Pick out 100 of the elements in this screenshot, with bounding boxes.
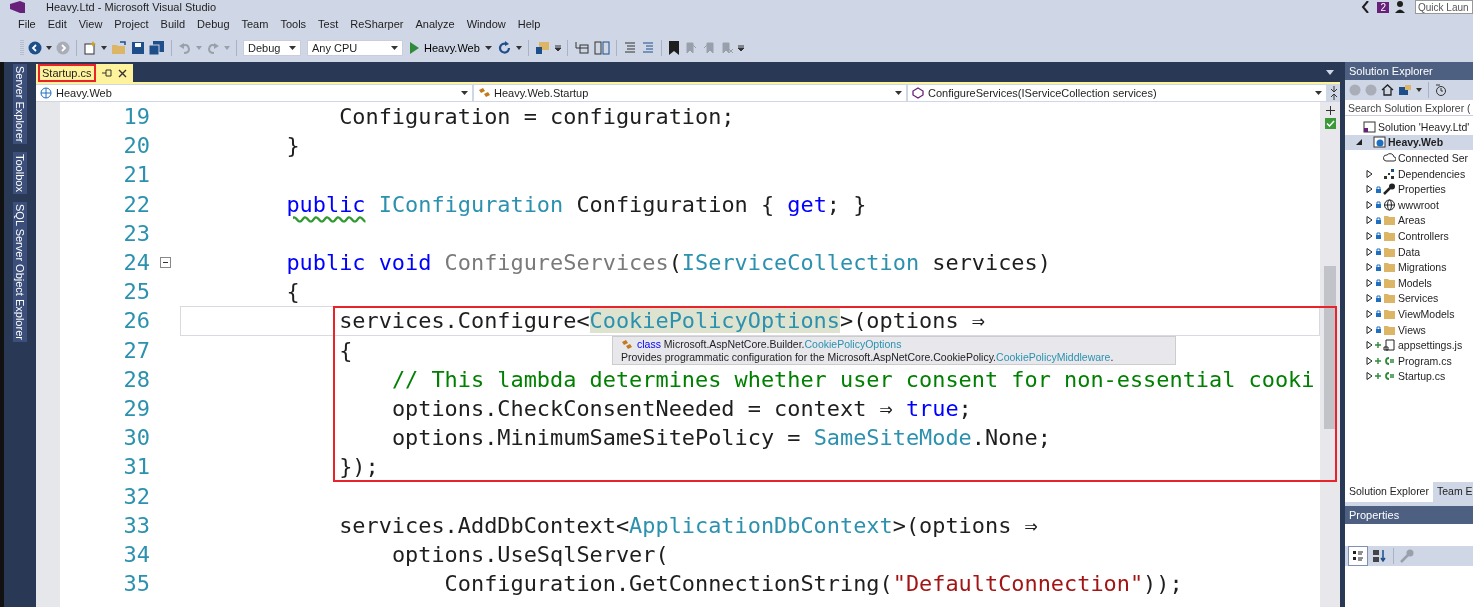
member-dropdown[interactable]: ConfigureServices(IServiceCollection services)	[908, 85, 1326, 101]
menu-item[interactable]: Team	[235, 18, 275, 30]
quick-launch-field[interactable]: Quick Laun	[1415, 0, 1473, 14]
caret-icon[interactable]	[1416, 88, 1422, 92]
side-tab[interactable]: SQL Server Object Explorer	[13, 202, 27, 343]
folder-icon	[1383, 214, 1396, 227]
line-number: 19	[122, 104, 150, 130]
folder-icon	[1383, 261, 1396, 274]
add-icon[interactable]	[1325, 106, 1335, 115]
bookmark-icon[interactable]	[667, 41, 680, 55]
new-project-icon[interactable]	[83, 41, 97, 55]
tree-item[interactable]: Data	[1345, 243, 1473, 260]
menu-item[interactable]: ReSharper	[344, 18, 410, 30]
start-button[interactable]: Heavy.Web	[407, 42, 494, 54]
project-dropdown[interactable]: Heavy.Web	[36, 85, 472, 101]
menu-item[interactable]: File	[12, 18, 42, 30]
tree-item[interactable]: appsettings.js	[1345, 337, 1473, 353]
comment-icon[interactable]	[622, 41, 637, 55]
tree-item[interactable]: Heavy.Web	[1345, 134, 1473, 151]
menu-item[interactable]: Help	[511, 18, 547, 30]
panel-tab[interactable]: Solution Explorer	[1345, 482, 1433, 502]
menu-item[interactable]: Tools	[274, 18, 313, 30]
home-icon[interactable]	[1381, 84, 1394, 96]
caret-icon	[484, 46, 492, 50]
tab-list-icon[interactable]	[1326, 69, 1334, 75]
scrollbar-thumb[interactable]	[1324, 266, 1336, 429]
menu-item[interactable]: Analyze	[409, 18, 461, 30]
panel-tab[interactable]: Team E	[1432, 482, 1473, 502]
menu-item[interactable]: Project	[108, 18, 155, 30]
side-tab[interactable]: Toolbox	[13, 152, 27, 195]
file-icon	[1383, 339, 1396, 352]
close-icon[interactable]	[117, 68, 127, 78]
expanded-icon[interactable]	[1355, 138, 1363, 147]
columns-icon[interactable]	[593, 41, 610, 55]
line-number: 31	[122, 454, 150, 480]
folder-icon	[1383, 307, 1396, 320]
tree-item[interactable]: Dependencies	[1345, 165, 1473, 182]
class-icon	[478, 87, 490, 99]
tree-item[interactable]: Program.cs	[1345, 352, 1473, 369]
back-icon[interactable]	[28, 41, 42, 55]
code-line: public IConfiguration Configuration { get; }	[285, 191, 867, 217]
play-icon	[409, 42, 419, 54]
platform-dropdown[interactable]: Any CPU	[307, 40, 403, 56]
tree-item[interactable]: Controllers	[1345, 228, 1473, 244]
caret-icon	[895, 91, 902, 95]
side-tab[interactable]: Server Explorer	[13, 64, 27, 145]
alphabetical-icon[interactable]	[1370, 547, 1388, 565]
menu-item[interactable]: View	[72, 18, 109, 30]
tree-item[interactable]: wwwroot	[1345, 196, 1473, 213]
caret-icon[interactable]	[101, 46, 107, 50]
editor-tab[interactable]: Startup.cs	[36, 64, 133, 82]
categorized-icon[interactable]	[1349, 547, 1367, 565]
history-icon[interactable]	[1435, 84, 1447, 96]
tree-item[interactable]: Services	[1345, 290, 1473, 307]
lock-icon	[1375, 185, 1381, 193]
caret-icon[interactable]	[46, 46, 52, 50]
code-line: {	[285, 279, 300, 305]
save-icon[interactable]	[131, 41, 145, 55]
overflow-icon[interactable]	[737, 44, 744, 52]
split-icon[interactable]	[1328, 86, 1340, 100]
pin-icon[interactable]	[101, 69, 112, 77]
tree-item[interactable]: Solution 'Heavy.Ltd'	[1345, 119, 1473, 135]
tree-item[interactable]: Migrations	[1345, 259, 1473, 275]
line-number: 28	[122, 366, 150, 392]
tree-item[interactable]: Areas	[1345, 212, 1473, 229]
wrench-icon	[1383, 183, 1396, 196]
menu-item[interactable]: Debug	[191, 18, 236, 30]
overflow-icon[interactable]	[554, 44, 561, 52]
line-number: 33	[122, 512, 150, 538]
refresh-icon[interactable]	[497, 41, 512, 55]
code-line: Configuration.GetConnectionString("DefaultConnection"));	[443, 571, 1183, 596]
tree-item[interactable]: Properties	[1345, 181, 1473, 197]
tree-item[interactable]: Views	[1345, 321, 1473, 338]
tree-item[interactable]: Connected Ser	[1345, 150, 1473, 166]
check-icon	[1324, 118, 1336, 129]
menu-item[interactable]: Build	[154, 18, 192, 30]
folder-icon	[1383, 229, 1396, 242]
line-number: 29	[122, 395, 150, 421]
caret-icon	[391, 46, 398, 50]
open-folder-icon[interactable]	[111, 41, 127, 55]
folder-icon	[1383, 245, 1396, 258]
line-number: 35	[122, 571, 150, 597]
menu-item[interactable]: Edit	[41, 18, 73, 30]
tree-item[interactable]: Startup.cs	[1345, 368, 1473, 385]
method-icon	[912, 87, 924, 99]
menu-item[interactable]: Test	[312, 18, 345, 30]
notification-badge[interactable]: 2	[1377, 1, 1389, 13]
lock-icon	[1375, 216, 1381, 224]
tree-item[interactable]: ViewModels	[1345, 306, 1473, 322]
caret-icon[interactable]	[515, 46, 522, 50]
configuration-dropdown[interactable]: Debug	[243, 40, 301, 56]
collapse-icon[interactable]	[159, 257, 171, 269]
tree-item[interactable]: Models	[1345, 274, 1473, 291]
menu-item[interactable]: Window	[460, 18, 512, 30]
tab-title: Startup.cs	[38, 64, 96, 82]
line-number: 27	[122, 337, 150, 363]
save-all-icon[interactable]	[149, 41, 165, 55]
type-dropdown[interactable]: Heavy.Web.Startup	[474, 85, 906, 101]
lock-icon	[1375, 294, 1381, 302]
panel-title: Solution Explorer	[1345, 62, 1473, 80]
